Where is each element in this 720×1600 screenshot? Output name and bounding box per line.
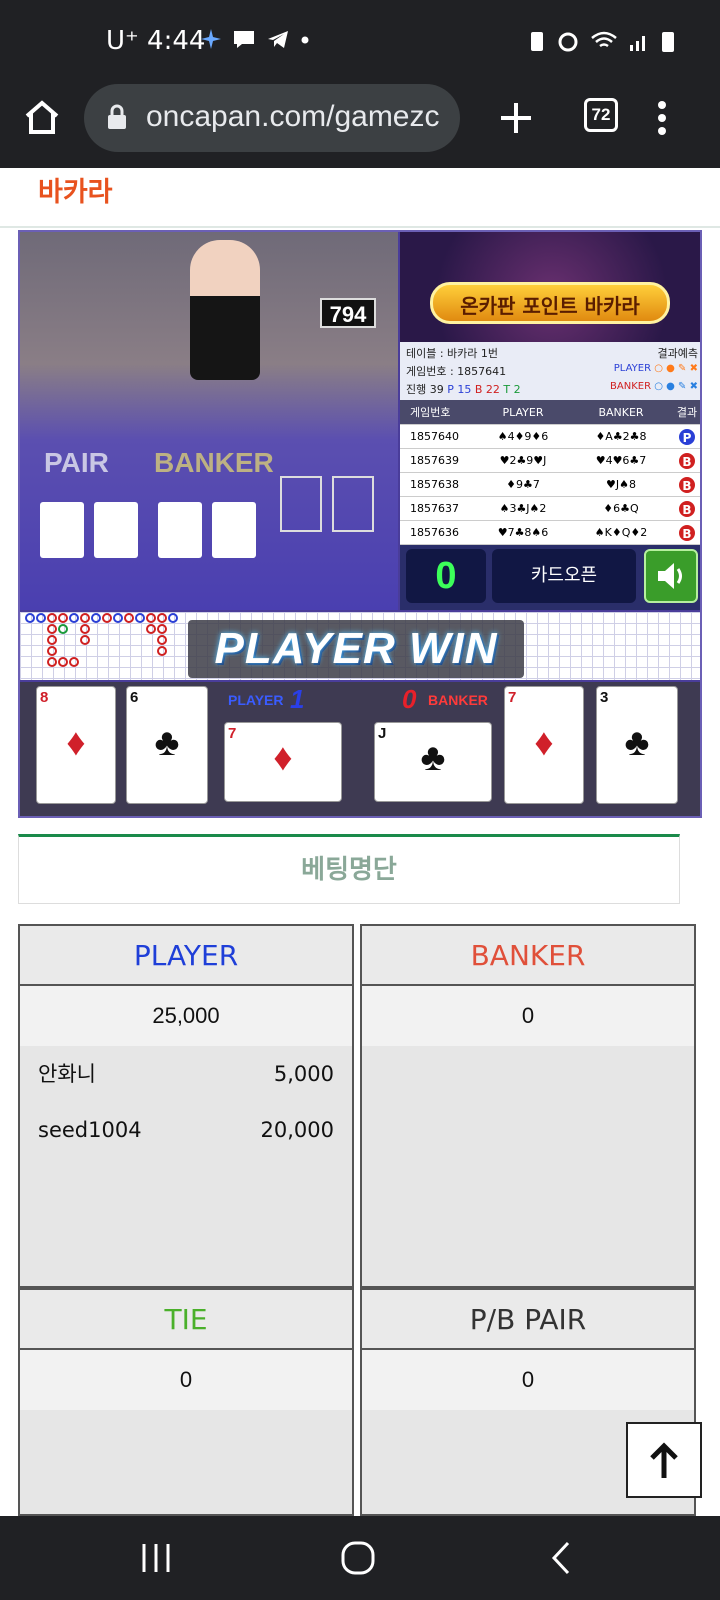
table-card-slot [332,476,374,532]
table-row: 1857636 ♥7♣8♠6 ♠K♦Q♦2 B [400,521,700,545]
banner-title: 온카판 포인트 바카라 [430,282,670,324]
result-badge: B [678,451,696,470]
dealt-cards: 8 ♦ 6 ♣ PLAYER 1 7 ♦ 0 BANKER J ♣ 7 ♦ 3 ♣ [20,682,700,816]
status-time: U⁺ 4:44 [106,26,206,56]
tab-switcher-button[interactable]: 72 [584,98,618,132]
system-nav-bar [0,1516,720,1600]
arrow-up-icon [650,1442,678,1478]
banker-bets-box: BANKER 0 [360,924,696,1288]
tie-bets-total: 0 [20,1350,352,1410]
system-icons [528,28,676,54]
table-row: 1857638 ♦9♣7 ♥J♠8 B [400,473,700,497]
promo-banner: 온카판 포인트 바카라 [400,232,700,342]
home-icon[interactable] [22,98,62,138]
player-prediction[interactable]: PLAYER ○ ● ✎ ✖ [614,363,698,374]
player-card-2: 6 ♣ [126,686,208,804]
sound-toggle-button[interactable] [644,549,698,603]
speaker-icon [658,563,682,589]
card-open-button[interactable]: 카드오픈 [492,549,636,603]
list-item: 안화니 5,000 [38,1062,334,1086]
dealer-figure [190,240,260,380]
table-row: 1857639 ♥2♣9♥J ♥4♥6♣7 B [400,449,700,473]
table-row: 1857640 ♠4♦9♦6 ♦A♣2♣8 P [400,425,700,449]
prediction-label: 결과예측 [657,347,698,360]
tie-bets-box: TIE 0 [18,1288,354,1516]
game-area: 794 PAIR BANKER 온카판 포인트 바카라 테이블 : 바카라 1번… [18,230,702,818]
road-markers [25,613,178,667]
recent-apps-icon[interactable] [138,1540,174,1576]
history-table: 게임번호 PLAYER BANKER 결과 1857640 ♠4♦9♦6 ♦A♣2♣… [400,400,700,545]
banker-bets-total: 0 [362,986,694,1046]
result-badge: B [678,475,696,494]
table-card-4 [212,502,256,558]
game-info-panel: 온카판 포인트 바카라 테이블 : 바카라 1번 결과예측 게임번호 : 185… [400,232,700,610]
new-tab-icon[interactable] [496,98,536,138]
wifi-icon [591,31,617,48]
counter-display: 0 [406,549,486,603]
battery-icon [662,32,674,52]
alarm-icon [558,32,578,52]
tie-bets-title: TIE [20,1290,352,1350]
progress-counts: 진행 39 P 15 B 22 T 2 [406,383,521,396]
more-dot-icon [301,36,309,44]
telegram-icon [268,31,288,48]
pair-label: PAIR [44,447,109,478]
table-card-slot [280,476,322,532]
banker-card-1: J ♣ [374,722,492,802]
sparkle-icon [201,29,221,49]
player-card-1: 8 ♦ [36,686,116,804]
table-name: 테이블 : 바카라 1번 [406,347,499,360]
table-number-sign: 794 [320,298,376,328]
player-bets-total: 25,000 [20,986,352,1046]
player-score-label: PLAYER [228,692,284,708]
address-bar[interactable]: oncapan.com/gamezc [84,84,460,152]
list-item: seed1004 20,000 [38,1118,334,1142]
banker-card-3: 3 ♣ [596,686,678,804]
bet-list-header: 베팅명단 [18,834,680,904]
scroll-top-button[interactable] [626,1422,702,1498]
home-nav-icon[interactable] [338,1538,378,1578]
game-number: 게임번호 : 1857641 [406,365,507,378]
pair-bets-title: P/B PAIR [362,1290,694,1350]
browser-toolbar: oncapan.com/gamezc 72 [0,84,720,168]
banker-label-table: BANKER [154,447,274,478]
result-badge: B [678,523,696,542]
player-score: 1 [290,684,305,714]
site-header: 바카라 [0,168,720,228]
notification-icons [200,28,310,50]
lock-icon [108,104,126,129]
banker-score-label: BANKER [428,692,488,708]
history-header: 게임번호 PLAYER BANKER 결과 [400,400,700,425]
banker-prediction[interactable]: BANKER ○ ● ✎ ✖ [610,381,698,392]
table-card-1 [40,502,84,558]
player-bets-title: PLAYER [20,926,352,986]
table-card-3 [158,502,202,558]
chat-icon [234,31,254,48]
url-text: oncapan.com/gamezc [146,100,440,133]
game-info: 테이블 : 바카라 1번 결과예측 게임번호 : 1857641 PLAYER … [400,342,700,400]
live-video: 794 PAIR BANKER [20,232,398,610]
battery-saver-icon [531,32,543,51]
player-win-banner: PLAYER WIN [188,620,524,678]
controls: 0 카드오픈 [400,545,700,610]
banker-bets-title: BANKER [362,926,694,986]
result-badge: P [678,427,696,446]
pair-bets-total: 0 [362,1350,694,1410]
status-bar: U⁺ 4:44 [0,0,720,84]
player-card-3: 7 ♦ [224,722,342,802]
banker-score: 0 [402,684,417,714]
signal-icon [630,36,645,51]
back-icon[interactable] [546,1538,576,1578]
player-bets-box: PLAYER 25,000 안화니 5,000 seed1004 20,000 [18,924,354,1288]
page-title: 바카라 [38,177,113,208]
table-card-2 [94,502,138,558]
result-badge: B [678,499,696,518]
banker-card-2: 7 ♦ [504,686,584,804]
menu-icon[interactable] [652,98,672,138]
table-row: 1857637 ♠3♣J♠2 ♦6♣Q B [400,497,700,521]
